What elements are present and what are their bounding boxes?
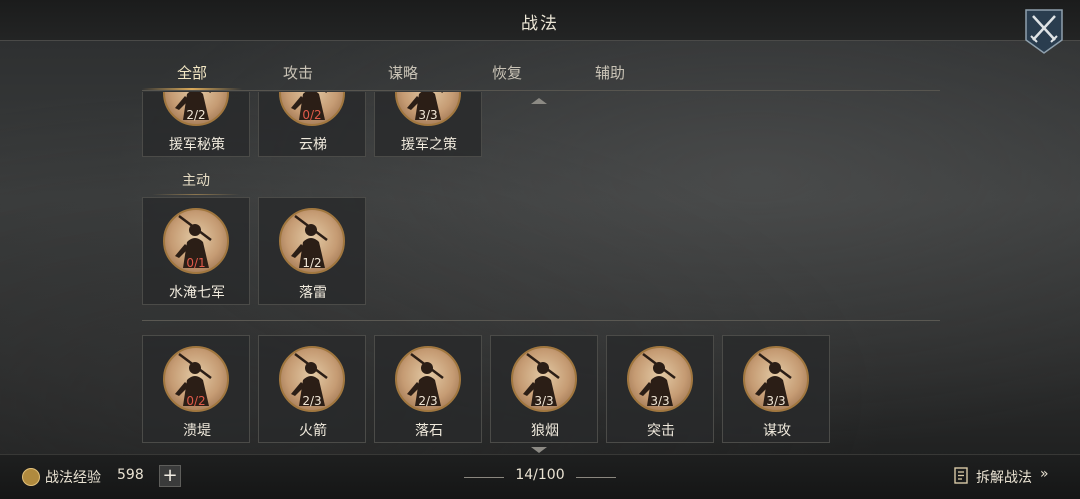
skill-level: 0/1 xyxy=(186,256,206,270)
decompose-label: 拆解战法 xyxy=(976,470,1032,486)
skill-card[interactable]: 2/3 火箭 xyxy=(258,335,366,443)
skill-level: 0/2 xyxy=(186,394,206,408)
title-bar: 战法 xyxy=(0,0,1080,41)
skill-list[interactable]: 2/2 援军秘策 0/2 云梯 3/3 援军之策 主动 0/1 水淹七军 1/2… xyxy=(0,92,1080,454)
skill-name: 谋攻 xyxy=(763,423,791,439)
skill-name: 狼烟 xyxy=(531,423,559,439)
skill-card[interactable]: 0/2 云梯 xyxy=(258,92,366,157)
skill-count: 14/100 xyxy=(515,467,565,483)
skill-card[interactable]: 2/2 援军秘策 xyxy=(142,92,250,157)
skill-name: 落石 xyxy=(415,423,443,439)
section-label-active: 主动 xyxy=(142,170,250,195)
skill-name: 水淹七军 xyxy=(169,285,225,301)
skill-card[interactable]: 0/2 溃堤 xyxy=(142,335,250,443)
scroll-down-icon[interactable] xyxy=(531,447,547,453)
skill-level: 2/3 xyxy=(302,394,322,408)
skill-level: 3/3 xyxy=(650,394,670,408)
skill-name: 突击 xyxy=(647,423,675,439)
section-divider xyxy=(142,320,940,321)
skill-card[interactable]: 3/3 谋攻 xyxy=(722,335,830,443)
skill-name: 云梯 xyxy=(299,137,327,153)
double-chevron-right-icon: » xyxy=(1040,466,1049,482)
skill-card[interactable]: 1/2 落雷 xyxy=(258,197,366,305)
tab-strategy[interactable]: 谋略 xyxy=(353,60,453,90)
tab-support[interactable]: 辅助 xyxy=(560,60,660,90)
tab-divider xyxy=(142,90,940,91)
skill-card[interactable]: 0/1 水淹七军 xyxy=(142,197,250,305)
skill-card[interactable]: 3/3 突击 xyxy=(606,335,714,443)
skill-name: 援军之策 xyxy=(401,137,457,153)
skill-name: 溃堤 xyxy=(183,423,211,439)
skill-level: 0/2 xyxy=(302,108,322,122)
tab-attack[interactable]: 攻击 xyxy=(248,60,348,90)
decompose-skill-button[interactable]: 拆解战法 » xyxy=(954,465,1072,489)
skill-card[interactable]: 3/3 狼烟 xyxy=(490,335,598,443)
skill-card[interactable]: 2/3 落石 xyxy=(374,335,482,443)
skill-name: 落雷 xyxy=(299,285,327,301)
crossed-swords-icon[interactable] xyxy=(1022,6,1066,56)
skill-card[interactable]: 3/3 援军之策 xyxy=(374,92,482,157)
skill-level: 2/2 xyxy=(186,108,206,122)
skill-level: 3/3 xyxy=(534,394,554,408)
page-title: 战法 xyxy=(521,14,559,34)
skill-name: 火箭 xyxy=(299,423,327,439)
page-count-line-right xyxy=(576,477,616,478)
tab-recovery[interactable]: 恢复 xyxy=(457,60,557,90)
tab-bar: 全部 攻击 谋略 恢复 辅助 xyxy=(142,60,940,90)
skill-level: 2/3 xyxy=(418,394,438,408)
tab-all[interactable]: 全部 xyxy=(142,60,242,90)
bottom-bar: 战法经验 598 + 14/100 拆解战法 » xyxy=(0,454,1080,499)
skill-level: 3/3 xyxy=(418,108,438,122)
skill-level: 1/2 xyxy=(302,256,322,270)
decompose-list-icon xyxy=(954,467,968,484)
scroll-up-icon[interactable] xyxy=(531,98,547,104)
skill-level: 3/3 xyxy=(766,394,786,408)
skill-name: 援军秘策 xyxy=(169,137,225,153)
